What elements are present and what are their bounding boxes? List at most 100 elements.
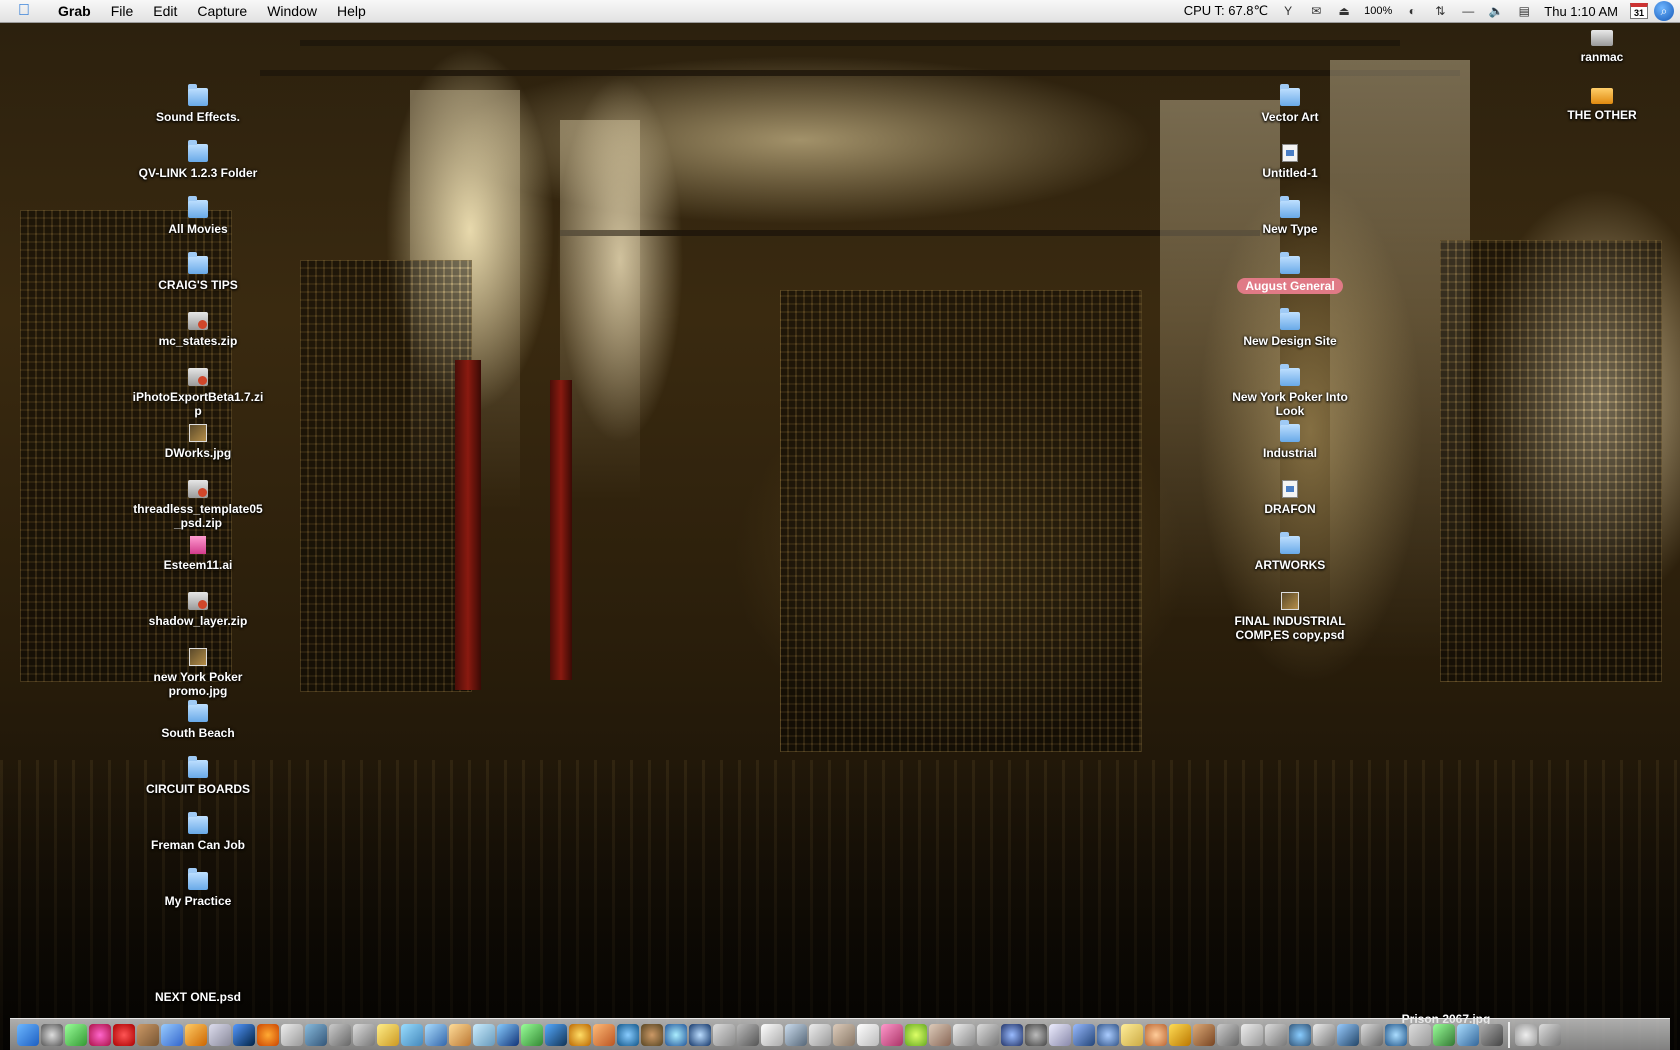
utility-app-icon[interactable] (1217, 1023, 1239, 1046)
spotlight-icon[interactable]: ⌕ (1654, 1, 1674, 21)
battery-percent[interactable]: 100% (1364, 5, 1392, 17)
aperture-icon[interactable] (1025, 1023, 1047, 1046)
desktop-item[interactable]: NEXT ONE.psd (128, 990, 268, 1004)
finder-icon[interactable] (17, 1023, 39, 1046)
desktop-item[interactable]: FINAL INDUSTRIAL COMP,ES copy.psd (1220, 592, 1360, 642)
desktop-item[interactable]: New Design Site (1220, 308, 1360, 348)
clapper-icon[interactable] (545, 1023, 567, 1046)
us-flag-icon[interactable]: ▤ (1516, 4, 1532, 18)
camino-icon[interactable] (665, 1023, 687, 1046)
bird-app-icon[interactable] (137, 1023, 159, 1046)
ipod-icon[interactable] (281, 1023, 303, 1046)
menu-help[interactable]: Help (327, 0, 376, 22)
preview-icon[interactable] (65, 1023, 87, 1046)
clock[interactable]: Thu 1:10 AM (1544, 4, 1618, 19)
text-app-icon[interactable] (809, 1023, 831, 1046)
recycle-app-icon[interactable] (1433, 1023, 1455, 1046)
menu-capture[interactable]: Capture (187, 0, 257, 22)
desktop-item[interactable]: CIRCUIT BOARDS (128, 756, 268, 796)
cpu-temp-readout[interactable]: CPU T: 67.8℃ (1184, 3, 1268, 19)
aqua-app-icon[interactable] (497, 1023, 519, 1046)
mail-icon[interactable]: ✉ (1308, 4, 1324, 18)
gem-app-icon[interactable] (905, 1023, 927, 1046)
play-icon[interactable] (1001, 1023, 1023, 1046)
desktop-item[interactable]: New York Poker Into Look (1220, 364, 1360, 418)
document-app-icon[interactable] (1241, 1023, 1263, 1046)
desktop-item[interactable]: DRAFON (1220, 480, 1360, 516)
sun-app-icon[interactable] (569, 1023, 591, 1046)
desktop-item[interactable]: New Type (1220, 196, 1360, 236)
pen-app-icon[interactable] (353, 1023, 375, 1046)
figure-icon[interactable] (713, 1023, 735, 1046)
desktop-item[interactable]: Industrial (1220, 420, 1360, 460)
apple-menu-icon[interactable]:  (14, 1, 34, 21)
film-app-icon[interactable] (761, 1023, 783, 1046)
network-app-icon[interactable] (1385, 1023, 1407, 1046)
calendar-icon[interactable]: 31 (1630, 3, 1648, 19)
monitor-app-icon[interactable] (401, 1023, 423, 1046)
book-app-icon[interactable] (305, 1023, 327, 1046)
desktop-item[interactable]: shadow_layer.zip (128, 592, 268, 628)
photo-app-icon[interactable] (785, 1023, 807, 1046)
ball-app-icon[interactable] (641, 1023, 663, 1046)
guitar-icon[interactable] (1193, 1023, 1215, 1046)
desktop-item[interactable]: All Movies (128, 196, 268, 236)
flash-icon[interactable] (113, 1023, 135, 1046)
volume-icon[interactable]: 🔈 (1488, 4, 1504, 18)
sync-icon[interactable]: ⇅ (1432, 4, 1448, 18)
desktop-item[interactable]: DWorks.jpg (128, 424, 268, 460)
firefox-icon[interactable] (257, 1023, 279, 1046)
green-app-icon[interactable] (521, 1023, 543, 1046)
globe-icon[interactable]: ◐ (1404, 4, 1420, 18)
utility-icon[interactable] (209, 1023, 231, 1046)
clock-app-icon[interactable] (1289, 1023, 1311, 1046)
menu-file[interactable]: File (101, 0, 144, 22)
volume-item[interactable]: ranmac (1532, 30, 1672, 64)
desktop-item-selected[interactable]: August General (1220, 252, 1360, 294)
desktop-item[interactable]: Sound Effects. (128, 84, 268, 124)
torch-icon[interactable] (593, 1023, 615, 1046)
graphic-app-icon[interactable] (833, 1023, 855, 1046)
temperature-app-icon[interactable] (1481, 1023, 1503, 1046)
display-app-icon[interactable] (1457, 1023, 1479, 1046)
tree-app-icon[interactable] (929, 1023, 951, 1046)
volume-item[interactable]: THE OTHER (1532, 88, 1672, 122)
tools-app-icon[interactable] (425, 1023, 447, 1046)
pen-tool-icon[interactable] (953, 1023, 975, 1046)
trash-icon[interactable] (1539, 1023, 1561, 1046)
disc-app-icon[interactable] (1097, 1023, 1119, 1046)
network-icon[interactable] (233, 1023, 255, 1046)
desktop-item[interactable]: ARTWORKS (1220, 532, 1360, 572)
font-app-icon[interactable] (1049, 1023, 1071, 1046)
dock-stack-icon[interactable] (1515, 1023, 1537, 1046)
wave-app-icon[interactable] (1337, 1023, 1359, 1046)
face-app-icon[interactable] (1145, 1023, 1167, 1046)
grid-app-icon[interactable] (1073, 1023, 1095, 1046)
desktop-item[interactable]: mc_states.zip (128, 312, 268, 348)
calendar-app-icon[interactable] (857, 1023, 879, 1046)
desktop-item[interactable]: CRAIG'S TIPS (128, 252, 268, 292)
desktop-item[interactable]: new York Poker promo.jpg (128, 648, 268, 698)
desktop-item[interactable]: Esteem11.ai (128, 536, 268, 572)
planet-icon[interactable] (689, 1023, 711, 1046)
diamond-app-icon[interactable] (1169, 1023, 1191, 1046)
scissors-app-icon[interactable] (1361, 1023, 1383, 1046)
stickies-icon[interactable] (1121, 1023, 1143, 1046)
eject-icon[interactable]: ⏏ (1336, 4, 1352, 18)
dashboard-icon[interactable] (41, 1023, 63, 1046)
desktop-item[interactable]: QV-LINK 1.2.3 Folder (128, 140, 268, 180)
notes-icon[interactable] (377, 1023, 399, 1046)
menu-edit[interactable]: Edit (143, 0, 187, 22)
image-tool-icon[interactable] (977, 1023, 999, 1046)
desktop-item[interactable]: My Practice (128, 868, 268, 908)
folder-stack-icon[interactable] (449, 1023, 471, 1046)
desktop-item[interactable]: Untitled-1 (1220, 144, 1360, 180)
system-app-icon[interactable] (1265, 1023, 1287, 1046)
desktop-item[interactable]: Vector Art (1220, 84, 1360, 124)
safari-icon[interactable] (161, 1023, 183, 1046)
ie-icon[interactable] (617, 1023, 639, 1046)
pencil-app-icon[interactable] (737, 1023, 759, 1046)
yahoo-widget-icon[interactable]: Y (1280, 4, 1296, 18)
desktop-item[interactable]: iPhotoExportBeta1.7.zip (128, 368, 268, 418)
stamp-app-icon[interactable] (185, 1023, 207, 1046)
